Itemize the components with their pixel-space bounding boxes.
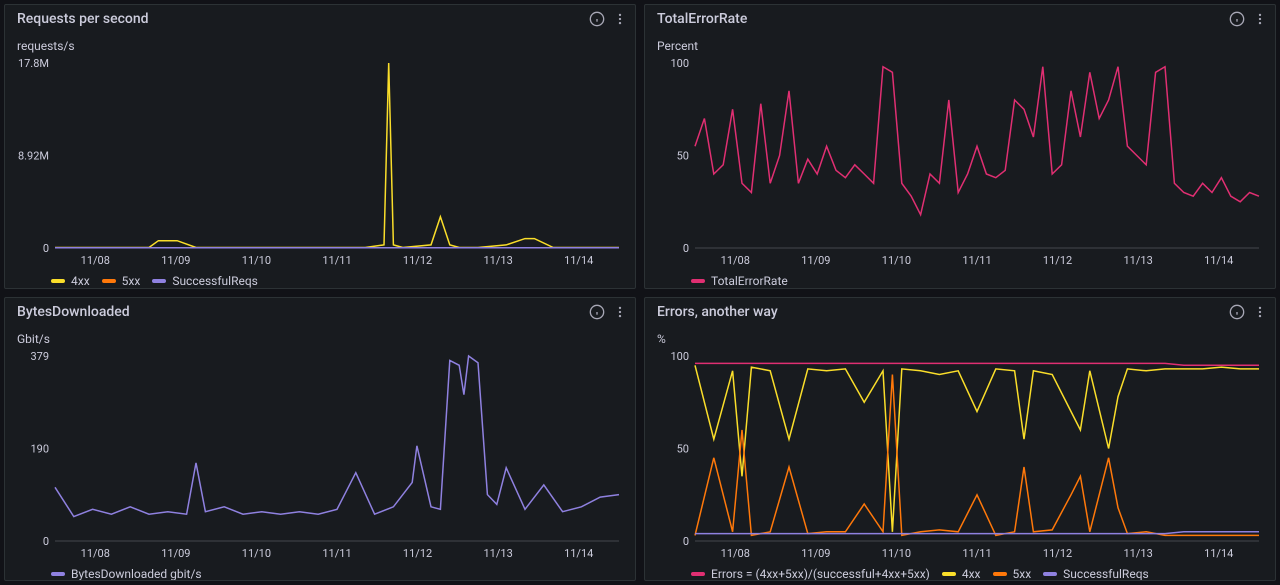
- menu-icon[interactable]: [1253, 304, 1267, 320]
- panel-header[interactable]: TotalErrorRate: [645, 5, 1275, 31]
- svg-text:0: 0: [683, 535, 689, 548]
- svg-text:11/08: 11/08: [721, 254, 750, 267]
- svg-text:11/13: 11/13: [484, 254, 513, 267]
- svg-text:11/08: 11/08: [81, 254, 110, 267]
- svg-text:11/11: 11/11: [962, 254, 991, 267]
- legend-item[interactable]: 5xx: [102, 274, 141, 288]
- info-icon[interactable]: [589, 11, 605, 27]
- svg-text:11/09: 11/09: [161, 547, 190, 560]
- legend: BytesDownloaded gbit/s: [13, 561, 627, 582]
- svg-text:11/14: 11/14: [564, 254, 593, 267]
- svg-text:11/08: 11/08: [81, 547, 110, 560]
- panel-title: TotalErrorRate: [657, 11, 747, 27]
- panel-title: Requests per second: [17, 11, 149, 27]
- legend-label: Errors = (4xx+5xx)/(successful+4xx+5xx): [711, 567, 930, 581]
- svg-text:0: 0: [683, 242, 689, 255]
- panel-actions: [589, 11, 627, 27]
- legend-item[interactable]: TotalErrorRate: [691, 274, 788, 288]
- svg-text:11/11: 11/11: [322, 547, 351, 560]
- y-axis-label: Gbit/s: [13, 324, 627, 352]
- svg-text:8.92M: 8.92M: [18, 149, 49, 162]
- legend-label: 5xx: [1013, 567, 1032, 581]
- panel-requests-per-second: Requests per second requests/s 0 8.92M 17.…: [4, 4, 636, 289]
- legend: Errors = (4xx+5xx)/(successful+4xx+5xx) 4…: [653, 561, 1267, 582]
- svg-text:11/09: 11/09: [801, 547, 830, 560]
- legend-item[interactable]: 4xx: [942, 567, 981, 581]
- legend: TotalErrorRate: [653, 268, 1267, 289]
- svg-text:11/14: 11/14: [1204, 254, 1233, 267]
- info-icon[interactable]: [1229, 11, 1245, 27]
- menu-icon[interactable]: [1253, 11, 1267, 27]
- legend: 4xx 5xx SuccessfulReqs: [13, 268, 627, 289]
- legend-label: 4xx: [71, 274, 90, 288]
- svg-text:11/10: 11/10: [882, 254, 911, 267]
- panel-title: BytesDownloaded: [17, 304, 130, 320]
- dashboard-grid: Requests per second requests/s 0 8.92M 17.…: [0, 0, 1280, 585]
- svg-text:11/10: 11/10: [882, 547, 911, 560]
- svg-text:11/11: 11/11: [962, 547, 991, 560]
- panel-header[interactable]: Requests per second: [5, 5, 635, 31]
- legend-label: SuccessfulReqs: [172, 274, 258, 288]
- svg-text:11/10: 11/10: [242, 547, 271, 560]
- chart-area[interactable]: 0 50 100 11/08 11/09 11/10 11/11 11/12 11/13 11/1…: [653, 59, 1267, 268]
- panel-title: Errors, another way: [657, 304, 778, 320]
- svg-text:11/14: 11/14: [1204, 547, 1233, 560]
- svg-text:11/10: 11/10: [242, 254, 271, 267]
- panel-actions: [589, 304, 627, 320]
- legend-label: BytesDownloaded gbit/s: [71, 567, 202, 581]
- menu-icon[interactable]: [613, 304, 627, 320]
- svg-text:11/12: 11/12: [403, 547, 432, 560]
- legend-item[interactable]: BytesDownloaded gbit/s: [51, 567, 202, 581]
- legend-item[interactable]: Errors = (4xx+5xx)/(successful+4xx+5xx): [691, 567, 930, 581]
- svg-text:11/09: 11/09: [801, 254, 830, 267]
- svg-text:11/11: 11/11: [322, 254, 351, 267]
- svg-text:100: 100: [670, 59, 689, 70]
- svg-text:11/12: 11/12: [403, 254, 432, 267]
- legend-item[interactable]: SuccessfulReqs: [1043, 567, 1149, 581]
- svg-text:17.8M: 17.8M: [18, 59, 49, 70]
- svg-text:50: 50: [677, 150, 689, 163]
- svg-text:11/12: 11/12: [1043, 254, 1072, 267]
- svg-text:50: 50: [677, 442, 689, 455]
- legend-label: TotalErrorRate: [711, 274, 788, 288]
- panel-total-error-rate: TotalErrorRate Percent 0 50 100 11/08 11/09 1…: [644, 4, 1276, 289]
- y-axis-label: Percent: [653, 31, 1267, 59]
- legend-item[interactable]: 5xx: [993, 567, 1032, 581]
- legend-label: 5xx: [122, 274, 141, 288]
- svg-text:11/12: 11/12: [1043, 547, 1072, 560]
- legend-item[interactable]: 4xx: [51, 274, 90, 288]
- svg-text:0: 0: [43, 535, 49, 548]
- info-icon[interactable]: [1229, 304, 1245, 320]
- svg-text:11/09: 11/09: [161, 254, 190, 267]
- legend-item[interactable]: SuccessfulReqs: [152, 274, 258, 288]
- legend-label: 4xx: [962, 567, 981, 581]
- svg-text:100: 100: [670, 352, 689, 363]
- y-axis-label: %: [653, 324, 1267, 352]
- panel-header[interactable]: Errors, another way: [645, 298, 1275, 324]
- svg-text:11/13: 11/13: [1124, 254, 1153, 267]
- panel-errors-another-way: Errors, another way % 0 50 100 11/08 11/09 11…: [644, 297, 1276, 582]
- panel-bytes-downloaded: BytesDownloaded Gbit/s 0 190 379 11/08 11/09…: [4, 297, 636, 582]
- menu-icon[interactable]: [613, 11, 627, 27]
- svg-text:11/14: 11/14: [564, 547, 593, 560]
- svg-text:0: 0: [43, 242, 49, 255]
- info-icon[interactable]: [589, 304, 605, 320]
- svg-text:190: 190: [30, 442, 49, 455]
- panel-header[interactable]: BytesDownloaded: [5, 298, 635, 324]
- chart-area[interactable]: 0 190 379 11/08 11/09 11/10 11/11 11/12 11/13 11/…: [13, 352, 627, 561]
- legend-label: SuccessfulReqs: [1063, 567, 1149, 581]
- chart-area[interactable]: 0 8.92M 17.8M 11/08 11/09 11/10 11/11 11/12 11/1…: [13, 59, 627, 268]
- svg-text:379: 379: [30, 352, 49, 363]
- panel-actions: [1229, 11, 1267, 27]
- y-axis-label: requests/s: [13, 31, 627, 59]
- svg-text:11/08: 11/08: [721, 547, 750, 560]
- chart-area[interactable]: 0 50 100 11/08 11/09 11/10 11/11 11/12 11/13 11/1…: [653, 352, 1267, 561]
- panel-actions: [1229, 304, 1267, 320]
- svg-text:11/13: 11/13: [484, 547, 513, 560]
- svg-text:11/13: 11/13: [1124, 547, 1153, 560]
